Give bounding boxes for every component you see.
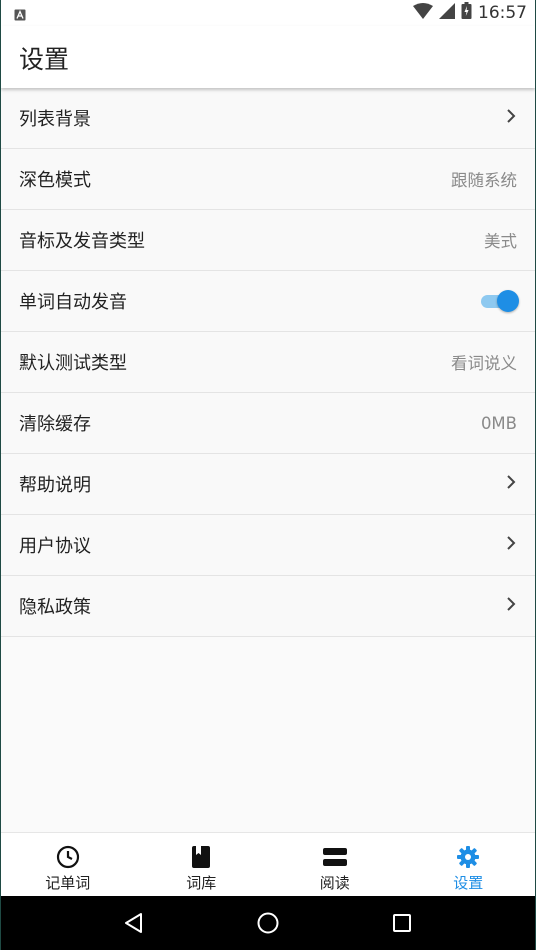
chevron-right-icon <box>505 535 517 555</box>
setting-help[interactable]: 帮助说明 <box>1 454 535 515</box>
status-icons: 16:57 <box>413 2 527 23</box>
setting-label: 深色模式 <box>19 170 91 191</box>
setting-label: 列表背景 <box>19 109 91 130</box>
setting-list-background[interactable]: 列表背景 <box>1 88 535 149</box>
back-icon[interactable] <box>114 903 154 943</box>
setting-auto-pronounce: 单词自动发音 <box>1 271 535 332</box>
setting-label: 清除缓存 <box>19 414 91 435</box>
chevron-right-icon <box>505 108 517 128</box>
setting-label: 隐私政策 <box>19 597 91 618</box>
system-nav-bar <box>1 896 535 950</box>
bottom-nav: 记单词 词库 阅读 设置 <box>1 832 535 896</box>
setting-label: 默认测试类型 <box>19 353 127 374</box>
toggle-thumb <box>497 290 519 312</box>
signal-icon <box>439 2 455 23</box>
home-icon[interactable] <box>248 903 288 943</box>
setting-value: 美式 <box>484 232 517 251</box>
recents-icon[interactable] <box>382 903 422 943</box>
wifi-icon <box>413 2 433 23</box>
nav-label: 记单词 <box>45 874 91 892</box>
settings-list: 列表背景 深色模式 跟随系统 音标及发音类型 美式 单词自动发音 默认测试类型 … <box>1 88 535 637</box>
chevron-right-icon <box>505 474 517 494</box>
setting-dark-mode[interactable]: 深色模式 跟随系统 <box>1 149 535 210</box>
nav-item-wordbank[interactable]: 词库 <box>135 833 269 896</box>
nav-item-reading[interactable]: 阅读 <box>268 833 402 896</box>
nav-label: 词库 <box>186 874 217 892</box>
nav-item-memorize[interactable]: 记单词 <box>1 833 135 896</box>
setting-privacy-policy[interactable]: 隐私政策 <box>1 576 535 637</box>
reading-icon <box>322 844 348 870</box>
book-icon <box>188 844 214 870</box>
nav-item-settings[interactable]: 设置 <box>402 833 536 896</box>
setting-label: 用户协议 <box>19 536 91 557</box>
gear-icon <box>455 844 481 870</box>
status-time: 16:57 <box>478 2 527 23</box>
page-title: 设置 <box>19 45 70 74</box>
setting-label: 音标及发音类型 <box>19 231 145 252</box>
battery-icon <box>461 2 472 23</box>
status-bar: 16:57 <box>1 0 535 26</box>
setting-phonetic-type[interactable]: 音标及发音类型 美式 <box>1 210 535 271</box>
nav-label: 阅读 <box>319 874 350 892</box>
setting-value: 跟随系统 <box>451 171 517 190</box>
clock-icon <box>55 844 81 870</box>
setting-label: 帮助说明 <box>19 475 91 496</box>
setting-label: 单词自动发音 <box>19 292 127 313</box>
setting-default-test-type[interactable]: 默认测试类型 看词说义 <box>1 332 535 393</box>
app-bar: 设置 <box>1 26 535 88</box>
setting-clear-cache[interactable]: 清除缓存 0MB <box>1 393 535 454</box>
setting-value: 看词说义 <box>451 354 517 373</box>
nav-label: 设置 <box>453 874 484 892</box>
a-box-icon <box>14 6 26 25</box>
auto-pronounce-toggle[interactable] <box>479 289 519 313</box>
chevron-right-icon <box>505 596 517 616</box>
setting-user-agreement[interactable]: 用户协议 <box>1 515 535 576</box>
screen: 16:57 设置 列表背景 深色模式 跟随系统 音标及发音类型 美式 单词自动发… <box>1 0 535 950</box>
setting-value: 0MB <box>480 413 517 433</box>
